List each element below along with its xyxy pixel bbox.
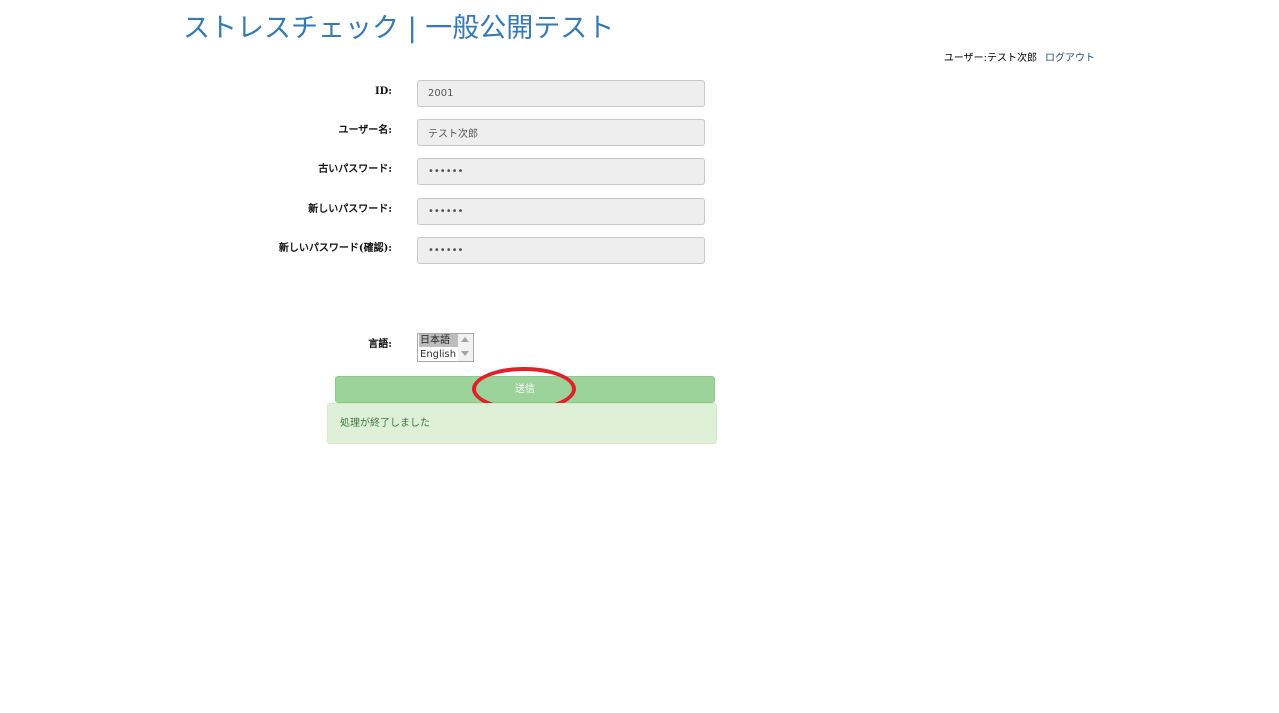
scroll-down-arrow-icon[interactable] [461,351,469,356]
old-password-field[interactable] [417,158,705,185]
scroll-up-arrow-icon[interactable] [461,337,469,342]
page-title: ストレスチェック | 一般公開テスト [183,13,615,44]
form-row-new-password: 新しいパスワード: [0,198,1279,225]
confirm-password-field[interactable] [417,237,705,264]
language-option-english[interactable]: English [419,348,458,361]
id-label: ID: [374,86,392,97]
id-field[interactable] [417,80,705,107]
language-scrollbar[interactable] [458,334,473,361]
current-user-label: ユーザー:テスト次郎 [943,53,1037,64]
language-label: 言語: [368,339,392,350]
success-message: 処理が終了しました [327,403,717,444]
logout-link[interactable]: ログアウト [1045,53,1095,64]
form-row-username: ユーザー名: [0,119,1279,146]
form-row-language: 言語: [0,333,1279,360]
new-password-label: 新しいパスワード: [308,204,392,215]
confirm-password-label: 新しいパスワード(確認): [278,243,392,254]
user-bar: ユーザー:テスト次郎 ログアウト [944,52,1095,66]
language-select[interactable]: 日本語 English [417,333,474,362]
form-row-confirm-password: 新しいパスワード(確認): [0,237,1279,264]
username-label: ユーザー名: [338,125,393,136]
language-option-japanese[interactable]: 日本語 [419,334,458,347]
submit-button[interactable]: 送信 [335,376,715,403]
page: ストレスチェック | 一般公開テスト ユーザー:テスト次郎ログアウト ID: ユ… [0,0,1279,713]
form-row-id: ID: [0,80,1279,107]
form-row-old-password: 古いパスワード: [0,158,1279,185]
old-password-label: 古いパスワード: [318,164,392,175]
new-password-field[interactable] [417,198,705,225]
username-field[interactable] [417,119,705,146]
